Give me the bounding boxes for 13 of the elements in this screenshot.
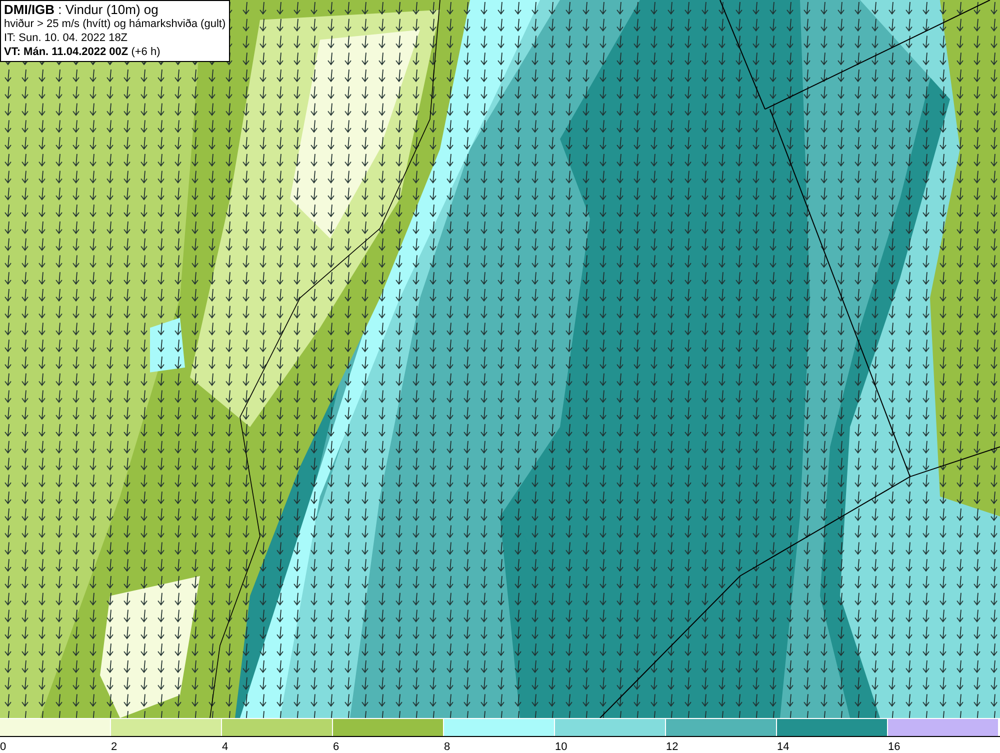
info-text: VT: Mán. 11.04.2022 00Z (+6 h) [4, 45, 162, 59]
info-text: IT: Sun. 10. 04. 2022 18Z [4, 31, 129, 45]
legend-label: 16 [888, 740, 900, 753]
legend-label: 2 [111, 740, 118, 753]
legend-label: 6 [333, 740, 340, 753]
legend-label: 0 [0, 740, 6, 753]
legend-label: 12 [666, 740, 678, 753]
info-text: DMI/IGB : Vindur (10m) og [4, 3, 160, 17]
legend-label: 4 [222, 740, 228, 753]
legend-label: 8 [444, 740, 450, 753]
info-text: hviður > 25 m/s (hvítt) og hámarkshviða (gult) [4, 17, 226, 31]
legend-label: 14 [777, 740, 790, 753]
legend-label: 10 [555, 740, 568, 753]
